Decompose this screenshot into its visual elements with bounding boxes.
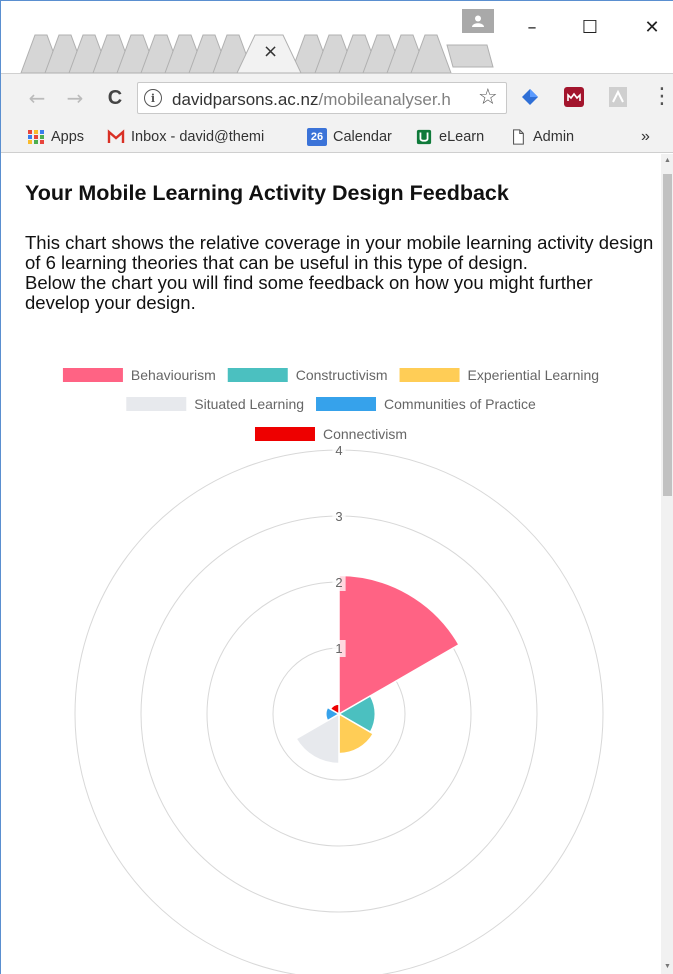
vertical-scrollbar[interactable]: ▲ ▼ (661, 154, 673, 974)
scrollbar-thumb[interactable] (663, 174, 672, 496)
legend-label: Connectivism (323, 426, 407, 442)
bookmark-label: eLearn (439, 129, 485, 145)
site-info-icon[interactable]: i (144, 89, 162, 107)
calendar-icon: 26 (307, 128, 327, 146)
scroll-up-icon[interactable]: ▲ (663, 156, 672, 166)
bookmark-calendar[interactable]: 26 Calendar (307, 125, 392, 149)
page-icon (513, 129, 524, 145)
legend-swatch (399, 368, 460, 382)
radial-tick-label: 1 (335, 641, 342, 656)
reload-button[interactable]: C (101, 84, 129, 112)
back-button[interactable]: ← (23, 84, 51, 112)
polar-sector (295, 712, 340, 765)
legend-swatch (126, 397, 187, 411)
legend-label: Experiential Learning (468, 367, 600, 383)
browser-window: × – ☐ ✕ ← → C i davidparsons.ac.nz/mobil… (0, 0, 673, 974)
legend-label: Situated Learning (194, 396, 304, 412)
profile-icon[interactable] (462, 9, 494, 33)
bookmark-apps[interactable]: Apps (27, 125, 84, 149)
legend-swatch (62, 368, 123, 382)
polar-area-chart: Behaviourism Constructivism Experiential L… (62, 367, 604, 974)
legend-swatch (227, 368, 288, 382)
scroll-down-icon[interactable]: ▼ (663, 962, 672, 972)
forward-button[interactable]: → (61, 84, 89, 112)
page-content: Your Mobile Learning Activity Design Fee… (1, 154, 661, 974)
extension-diamond-icon[interactable] (519, 86, 541, 108)
bookmark-star-icon[interactable]: ☆ (478, 85, 498, 110)
bookmark-label: Inbox - david@themi (131, 129, 265, 145)
tab-close-button[interactable]: × (263, 41, 278, 62)
radial-tick-label: 4 (335, 443, 342, 458)
browser-menu-button[interactable]: ⋮ (651, 84, 673, 109)
apps-grid-icon (28, 130, 44, 144)
legend-swatch (316, 397, 377, 411)
minimize-button[interactable]: – (509, 11, 555, 43)
url-text[interactable]: davidparsons.ac.nz/mobileanalyser.h (172, 90, 472, 110)
polar-sector (338, 574, 461, 716)
browser-toolbar: ← → C i davidparsons.ac.nz/mobileanalyse… (1, 73, 673, 121)
maximize-button[interactable]: ☐ (567, 11, 613, 43)
bookmark-admin[interactable]: Admin (509, 125, 574, 149)
bookmarks-bar: Apps Inbox - david@themi 26 Calendar eLe… (1, 121, 673, 153)
legend-label: Communities of Practice (384, 396, 536, 412)
bookmark-label: Admin (533, 129, 575, 145)
bookmark-inbox[interactable]: Inbox - david@themi (107, 125, 293, 149)
extension-mendeley-icon[interactable] (563, 86, 585, 108)
address-bar[interactable]: i davidparsons.ac.nz/mobileanalyser.h ☆ (137, 82, 507, 114)
extension-pdf-icon[interactable] (607, 86, 629, 108)
elearn-icon (416, 129, 432, 145)
legend-label: Constructivism (296, 367, 388, 383)
bookmark-elearn[interactable]: eLearn (415, 125, 484, 149)
gmail-icon (107, 129, 125, 143)
legend-label: Behaviourism (131, 367, 216, 383)
bookmarks-overflow-button[interactable]: » (641, 125, 650, 149)
tab-strip: × – ☐ ✕ (1, 1, 673, 73)
radial-tick-label: 3 (335, 509, 342, 524)
bookmark-label: Apps (51, 129, 85, 145)
legend-swatch (254, 427, 315, 441)
close-window-button[interactable]: ✕ (629, 11, 673, 43)
radial-tick-label: 2 (335, 575, 342, 590)
bookmark-label: Calendar (333, 129, 392, 145)
